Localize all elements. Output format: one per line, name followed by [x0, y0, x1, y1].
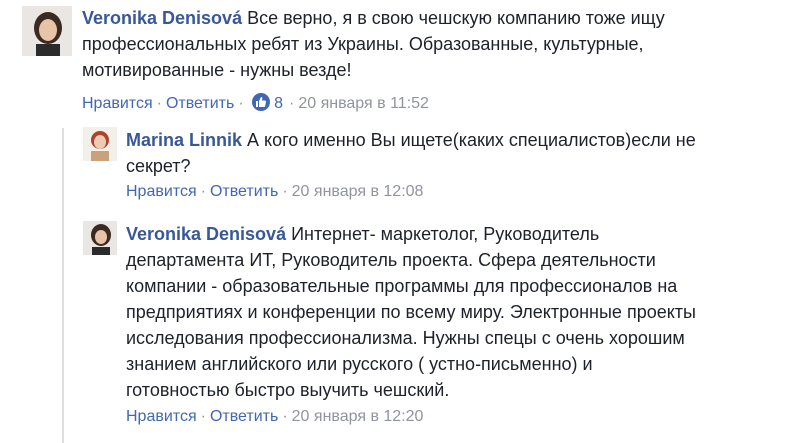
- reply-link[interactable]: Ответить: [210, 183, 278, 200]
- comment-text-line: предприятиях и конференции по всему миру…: [126, 302, 696, 322]
- comment-text-line: мотивированные - нужны везде!: [82, 60, 352, 80]
- comment-text-line: исследования профессионализма. Нужны спе…: [126, 328, 685, 348]
- comment-text-line: компании - образовательные программы для…: [126, 276, 678, 296]
- like-link[interactable]: Нравится: [126, 183, 197, 200]
- avatar-photo-icon: [22, 6, 72, 56]
- comment-timestamp[interactable]: 20 января в 11:52: [298, 95, 429, 112]
- avatar[interactable]: [83, 127, 117, 161]
- comment-text-line: знанием английского или русского ( устно…: [126, 354, 593, 374]
- comment-text-line: департамента ИТ, Руководитель проекта. С…: [126, 250, 656, 270]
- avatar-photo-icon: [83, 127, 117, 161]
- like-count[interactable]: 8: [274, 95, 283, 112]
- thumbs-up-icon[interactable]: [252, 93, 271, 111]
- comment-timestamp[interactable]: 20 января в 12:20: [292, 408, 424, 425]
- comment-author[interactable]: Marina Linnik: [126, 130, 242, 150]
- reply-thread-line: [62, 128, 64, 443]
- comment-author[interactable]: Veronika Denisová: [126, 224, 286, 244]
- comment-text-line: А кого именно Вы ищете(каких специалисто…: [247, 130, 696, 150]
- avatar[interactable]: [83, 221, 117, 255]
- comment-text-line: Все верно, я в свою чешскую компанию тож…: [247, 8, 665, 28]
- like-link[interactable]: Нравится: [82, 95, 153, 112]
- like-link[interactable]: Нравится: [126, 408, 197, 425]
- reply-link[interactable]: Ответить: [166, 95, 234, 112]
- avatar[interactable]: [22, 6, 72, 56]
- avatar-photo-icon: [83, 221, 117, 255]
- comment-text-line: Интернет- маркетолог, Руководитель: [291, 224, 600, 244]
- reply-link[interactable]: Ответить: [210, 408, 278, 425]
- comment-text-line: секрет?: [126, 156, 191, 176]
- comment-text-line: готовностью быстро выучить чешский.: [126, 380, 450, 400]
- comment-text-line: профессиональных ребят из Украины. Образ…: [82, 34, 644, 54]
- comment-author[interactable]: Veronika Denisová: [82, 8, 242, 28]
- comment-timestamp[interactable]: 20 января в 12:08: [292, 183, 424, 200]
